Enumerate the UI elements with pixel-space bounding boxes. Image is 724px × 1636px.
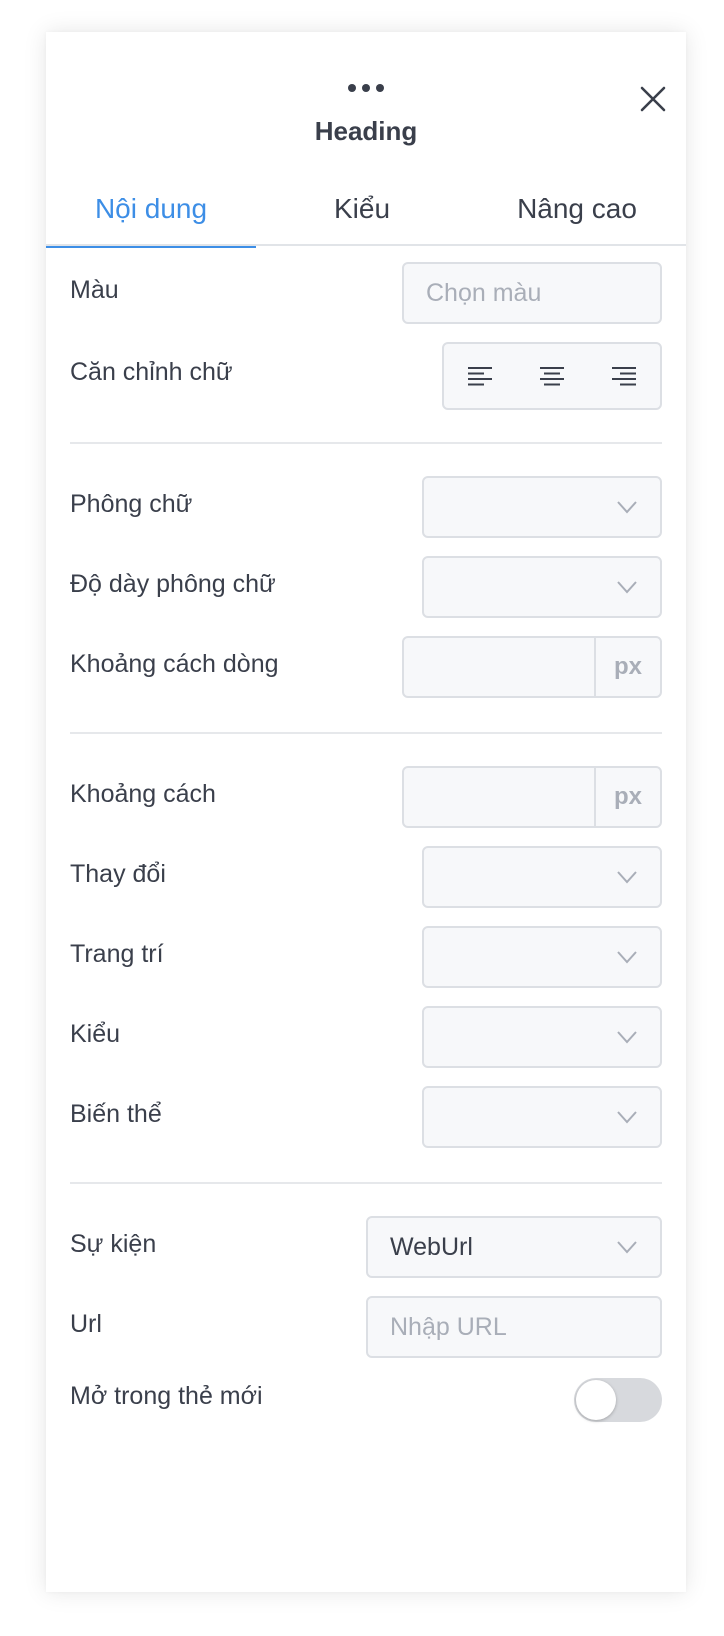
tab-bar: Nội dung Kiểu Nâng cao bbox=[46, 172, 686, 248]
text-transform-select[interactable] bbox=[422, 846, 662, 908]
font-weight-label: Độ dày phông chữ bbox=[70, 570, 276, 598]
open-new-tab-toggle[interactable] bbox=[574, 1378, 662, 1422]
close-icon[interactable] bbox=[638, 84, 668, 114]
align-right-icon bbox=[612, 367, 636, 386]
open-new-tab-label: Mở trong thẻ mới bbox=[70, 1382, 263, 1410]
text-transform-label: Thay đổi bbox=[70, 860, 166, 888]
divider bbox=[70, 732, 662, 734]
divider bbox=[70, 442, 662, 444]
align-left-icon bbox=[468, 367, 492, 386]
align-left-button[interactable] bbox=[444, 344, 516, 408]
font-family-select[interactable] bbox=[422, 476, 662, 538]
letter-spacing-label: Khoảng cách bbox=[70, 780, 216, 808]
font-family-label: Phông chữ bbox=[70, 490, 193, 518]
chevron-down-icon bbox=[617, 1111, 637, 1124]
chevron-down-icon bbox=[617, 871, 637, 884]
drag-handle-icon[interactable] bbox=[348, 82, 384, 94]
text-decoration-label: Trang trí bbox=[70, 940, 164, 968]
chevron-down-icon bbox=[617, 1031, 637, 1044]
url-input[interactable]: Nhập URL bbox=[366, 1296, 662, 1358]
tab-style[interactable]: Kiểu bbox=[256, 172, 468, 246]
text-decoration-select[interactable] bbox=[422, 926, 662, 988]
font-weight-select[interactable] bbox=[422, 556, 662, 618]
align-center-icon bbox=[540, 367, 564, 386]
chevron-down-icon bbox=[617, 1241, 637, 1254]
url-label: Url bbox=[70, 1310, 102, 1338]
tab-advanced[interactable]: Nâng cao bbox=[468, 172, 686, 246]
letter-spacing-unit: px bbox=[594, 768, 660, 826]
tab-content[interactable]: Nội dung bbox=[46, 172, 256, 248]
text-align-group bbox=[442, 342, 662, 410]
chevron-down-icon bbox=[617, 501, 637, 514]
line-height-label: Khoảng cách dòng bbox=[70, 650, 279, 678]
event-select[interactable]: WebUrl bbox=[366, 1216, 662, 1278]
event-label: Sự kiện bbox=[70, 1230, 157, 1258]
chevron-down-icon bbox=[617, 951, 637, 964]
event-value: WebUrl bbox=[390, 1232, 473, 1261]
line-height-unit: px bbox=[594, 638, 660, 696]
font-style-label: Kiểu bbox=[70, 1020, 121, 1048]
color-picker-input[interactable]: Chọn màu bbox=[402, 262, 662, 324]
align-right-button[interactable] bbox=[588, 344, 660, 408]
divider bbox=[70, 1182, 662, 1184]
align-center-button[interactable] bbox=[516, 344, 588, 408]
heading-settings-panel: Heading Nội dung Kiểu Nâng cao Màu Chọn … bbox=[46, 32, 686, 1592]
font-style-select[interactable] bbox=[422, 1006, 662, 1068]
panel-title: Heading bbox=[314, 116, 418, 146]
chevron-down-icon bbox=[617, 581, 637, 594]
toggle-knob bbox=[576, 1380, 616, 1420]
line-height-input[interactable]: px bbox=[402, 636, 662, 698]
letter-spacing-input[interactable]: px bbox=[402, 766, 662, 828]
font-variant-select[interactable] bbox=[422, 1086, 662, 1148]
text-align-label: Căn chỉnh chữ bbox=[70, 358, 233, 386]
font-variant-label: Biến thể bbox=[70, 1100, 162, 1128]
color-label: Màu bbox=[70, 276, 119, 304]
